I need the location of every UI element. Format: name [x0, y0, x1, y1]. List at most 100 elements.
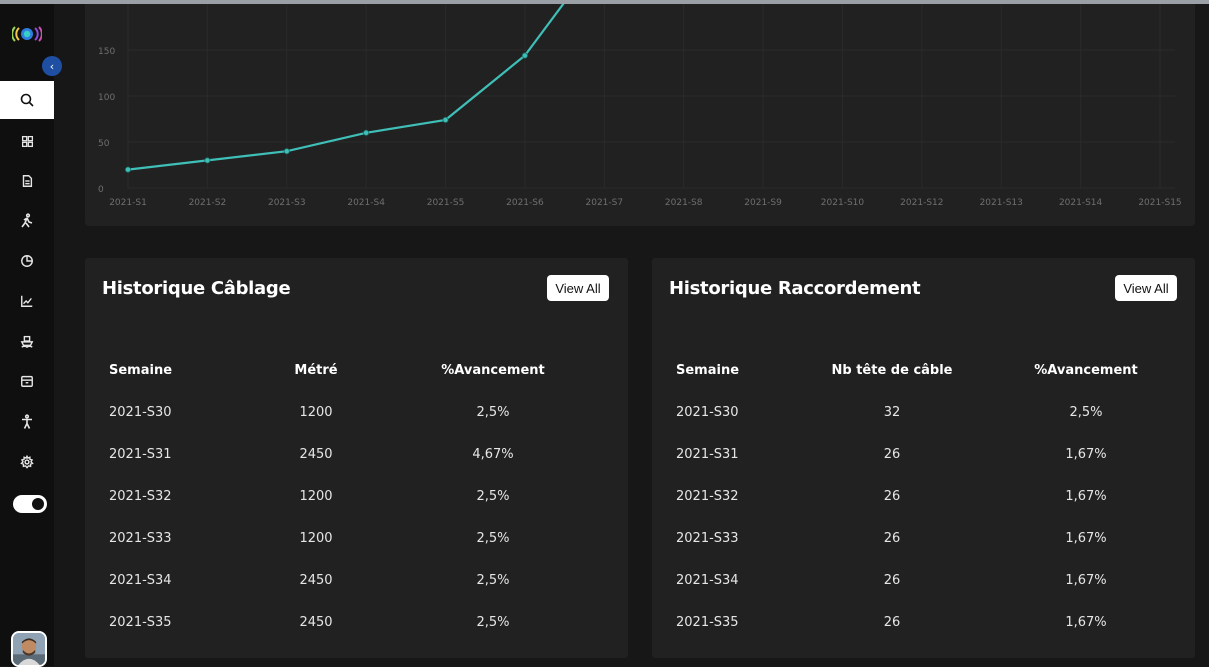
row-value: 26: [883, 573, 901, 588]
gear-icon: [20, 455, 34, 469]
nav-settings[interactable]: [0, 443, 54, 481]
progress-chart-card: 0 50 100 150 2021-S1 2021-S2 2021-S3 2021-S4 202…: [85, 4, 1195, 226]
table-row: 2021-S34 2450 2,5%: [85, 573, 628, 593]
sidebar-collapse-button[interactable]: ‹: [42, 56, 62, 76]
table-row: 2021-S32 26 1,67%: [652, 489, 1195, 509]
table-row: 2021-S33 26 1,67%: [652, 531, 1195, 551]
raccordement-view-all-button[interactable]: View All: [1115, 275, 1177, 301]
row-avancement: 2,5%: [476, 531, 510, 546]
row-value: 2450: [299, 615, 333, 630]
row-semaine: 2021-S35: [109, 615, 172, 630]
data-point: [521, 52, 528, 59]
data-point: [283, 148, 290, 155]
logo-icon: [12, 26, 42, 42]
x-tick-label: 2021-S7: [586, 198, 624, 208]
raccordement-title: Historique Raccordement: [669, 278, 921, 299]
x-tick-label: 2021-S8: [665, 198, 703, 208]
raccordement-table-header: Semaine Nb tête de câble %Avancement: [652, 363, 1195, 383]
row-avancement: 2,5%: [476, 405, 510, 420]
col-avancement: %Avancement: [441, 363, 545, 378]
table-row: 2021-S30 32 2,5%: [652, 405, 1195, 425]
nav-activity[interactable]: [0, 202, 54, 240]
row-value: 2450: [299, 447, 333, 462]
table-row: 2021-S31 26 1,67%: [652, 447, 1195, 467]
row-value: 26: [883, 615, 901, 630]
x-tick-label: 2021-S2: [189, 198, 227, 208]
nav-search[interactable]: [0, 81, 54, 119]
row-semaine: 2021-S32: [109, 489, 172, 504]
row-value: 26: [883, 447, 901, 462]
archive-box-icon: [21, 375, 33, 387]
table-row: 2021-S32 1200 2,5%: [85, 489, 628, 509]
row-value: 2450: [299, 573, 333, 588]
y-tick-label: 50: [98, 139, 110, 149]
pie-chart-icon: [21, 255, 33, 267]
row-value: 32: [883, 405, 901, 420]
nav-shipping[interactable]: [0, 322, 54, 360]
row-avancement: 2,5%: [476, 489, 510, 504]
nav-accessibility[interactable]: [0, 403, 54, 441]
x-tick-label: 2021-S10: [821, 198, 865, 208]
data-point: [363, 129, 370, 136]
document-icon: [22, 175, 33, 187]
ship-icon: [20, 335, 34, 348]
row-avancement: 1,67%: [1065, 447, 1107, 462]
user-photo: [13, 633, 45, 665]
data-point: [204, 157, 211, 164]
row-value: 26: [883, 489, 901, 504]
row-semaine: 2021-S32: [676, 489, 739, 504]
sidebar: ‹: [0, 4, 62, 667]
y-tick-label: 100: [98, 93, 115, 103]
cablage-history-card: Historique Câblage View All Semaine Métr…: [85, 258, 628, 658]
table-row: 2021-S31 2450 4,67%: [85, 447, 628, 467]
row-value: 1200: [299, 489, 333, 504]
line-chart: 0 50 100 150 2021-S1 2021-S2 2021-S3 2021-S4 202…: [98, 4, 1182, 208]
row-avancement: 2,5%: [1069, 405, 1103, 420]
nav-analytics[interactable]: [0, 282, 54, 320]
walking-person-icon: [21, 213, 33, 228]
x-tick-label: 2021-S13: [980, 198, 1023, 208]
row-semaine: 2021-S33: [676, 531, 739, 546]
row-avancement: 1,67%: [1065, 573, 1107, 588]
col-semaine: Semaine: [109, 363, 173, 378]
row-avancement: 4,67%: [472, 447, 514, 462]
col-semaine: Semaine: [676, 363, 740, 378]
table-row: 2021-S35 26 1,67%: [652, 615, 1195, 635]
table-row: 2021-S35 2450 2,5%: [85, 615, 628, 635]
row-avancement: 2,5%: [476, 573, 510, 588]
row-semaine: 2021-S31: [109, 447, 172, 462]
raccordement-history-card: Historique Raccordement View All Semaine…: [652, 258, 1195, 658]
row-semaine: 2021-S33: [109, 531, 172, 546]
row-semaine: 2021-S34: [109, 573, 172, 588]
table-row: 2021-S30 1200 2,5%: [85, 405, 628, 425]
row-avancement: 1,67%: [1065, 489, 1107, 504]
x-tick-label: 2021-S9: [744, 198, 782, 208]
row-semaine: 2021-S34: [676, 573, 739, 588]
nav-dashboard[interactable]: [0, 122, 54, 160]
grid-icon: [21, 135, 33, 147]
accessibility-icon: [22, 414, 32, 429]
avatar[interactable]: [11, 631, 47, 667]
x-tick-label: 2021-S14: [1059, 198, 1103, 208]
row-avancement: 1,67%: [1065, 615, 1107, 630]
chevron-left-icon: ‹: [49, 59, 55, 73]
theme-toggle[interactable]: [13, 495, 47, 513]
col-avancement: %Avancement: [1034, 363, 1138, 378]
row-value: 1200: [299, 531, 333, 546]
col-metre: Métré: [294, 363, 338, 378]
nav-inventory[interactable]: [0, 362, 54, 400]
cablage-view-all-button[interactable]: View All: [547, 275, 609, 301]
row-semaine: 2021-S30: [676, 405, 739, 420]
x-tick-label: 2021-S4: [347, 198, 385, 208]
nav-reports[interactable]: [0, 242, 54, 280]
search-icon: [20, 93, 34, 107]
x-tick-label: 2021-S12: [900, 198, 943, 208]
table-row: 2021-S34 26 1,67%: [652, 573, 1195, 593]
col-nb-tete-cable: Nb tête de câble: [831, 363, 953, 378]
y-tick-label: 0: [98, 185, 104, 195]
nav-documents[interactable]: [0, 162, 54, 200]
row-value: 26: [883, 531, 901, 546]
x-tick-label: 2021-S15: [1138, 198, 1181, 208]
x-tick-label: 2021-S5: [427, 198, 465, 208]
cablage-title: Historique Câblage: [102, 278, 291, 299]
